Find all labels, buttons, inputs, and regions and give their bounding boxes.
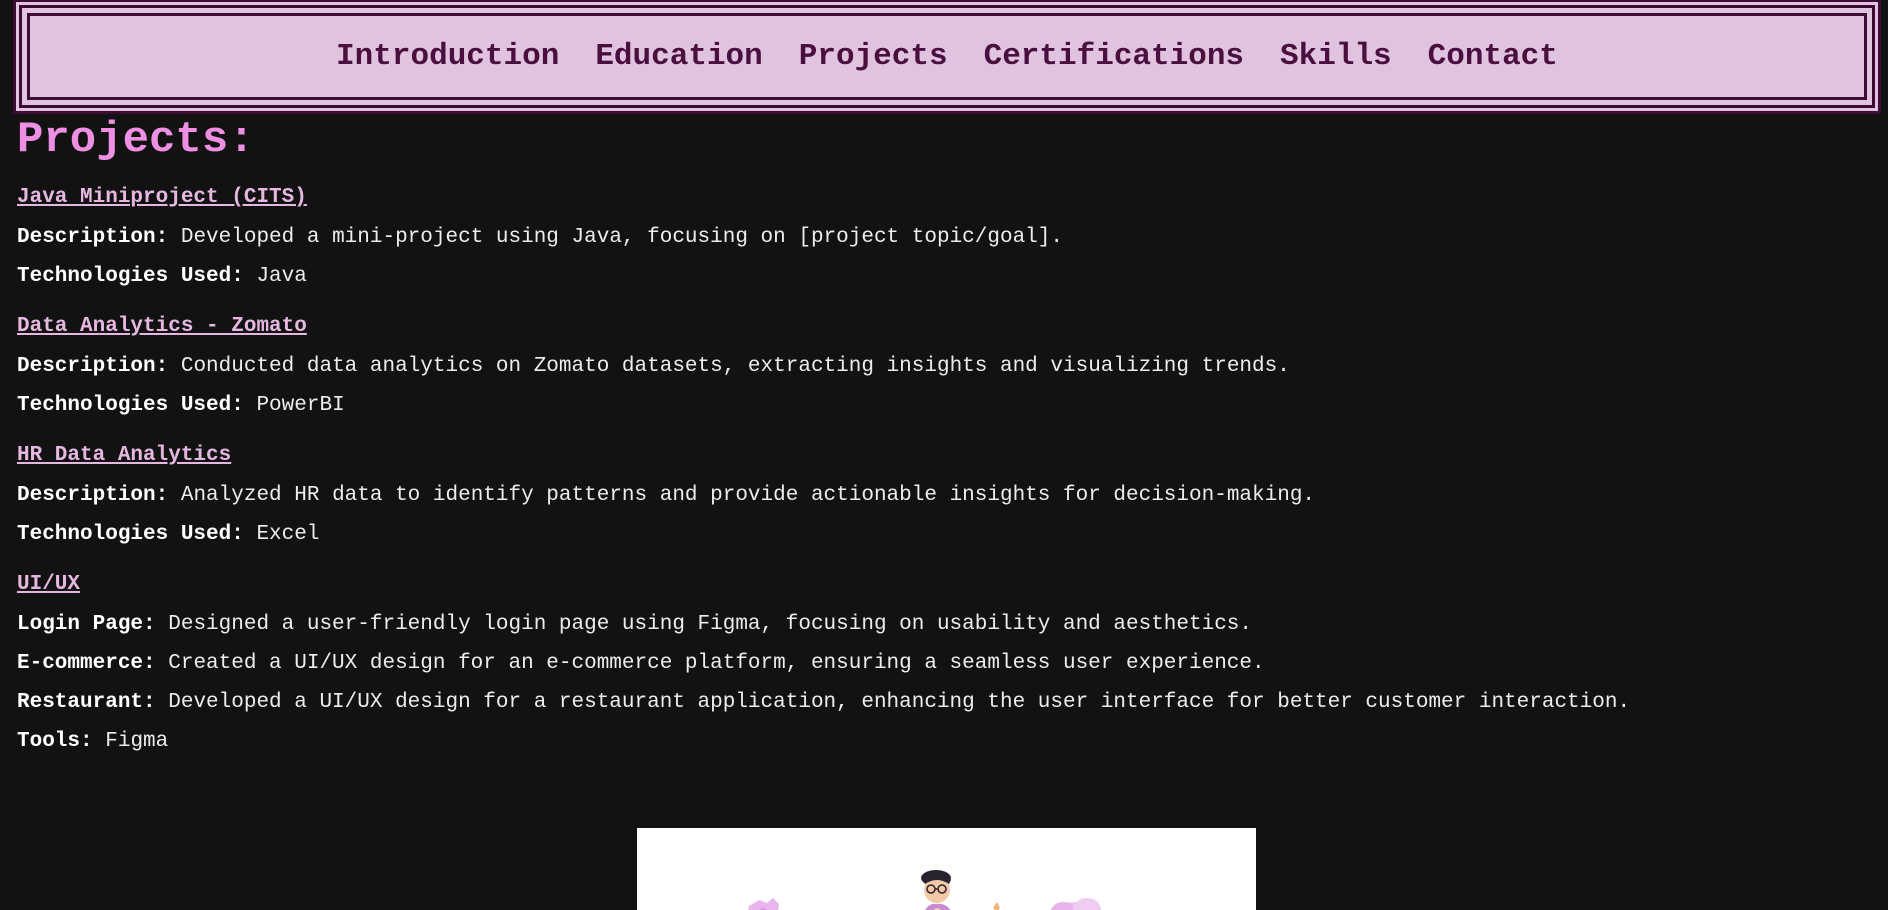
technologies-value: Excel bbox=[256, 523, 320, 546]
technologies-label: Technologies Used: bbox=[17, 265, 244, 288]
ecommerce-label: E-commerce: bbox=[17, 652, 156, 675]
tools-value: Figma bbox=[105, 730, 169, 753]
description-text: Developed a mini-project using Java, foc… bbox=[180, 226, 1063, 249]
tools-label: Tools: bbox=[17, 730, 93, 753]
ecommerce-text: Created a UI/UX design for an e-commerce… bbox=[168, 652, 1265, 675]
description-text: Conducted data analytics on Zomato datas… bbox=[180, 355, 1290, 378]
project-title-java[interactable]: Java Miniproject (CITS) bbox=[17, 184, 307, 212]
nav-links: Introduction Education Projects Certific… bbox=[27, 13, 1867, 100]
project-hr: HR Data Analytics Description: Analyzed … bbox=[17, 442, 1867, 549]
project-description: Description: Developed a mini-project us… bbox=[17, 224, 1867, 252]
uiux-tools: Tools: Figma bbox=[17, 728, 1867, 756]
project-technologies: Technologies Used: Excel bbox=[17, 521, 1867, 549]
technologies-label: Technologies Used: bbox=[17, 523, 244, 546]
project-description: Description: Conducted data analytics on… bbox=[17, 353, 1867, 381]
technologies-value: PowerBI bbox=[256, 394, 345, 417]
uiux-ecommerce: E-commerce: Created a UI/UX design for a… bbox=[17, 650, 1867, 678]
nav-projects[interactable]: Projects bbox=[799, 39, 948, 74]
description-label: Description: bbox=[17, 484, 169, 507]
projects-section: Projects: Java Miniproject (CITS) Descri… bbox=[17, 108, 1867, 756]
project-title-zomato[interactable]: Data Analytics - Zomato bbox=[17, 313, 307, 341]
project-description: Description: Analyzed HR data to identif… bbox=[17, 482, 1867, 510]
project-title-hr[interactable]: HR Data Analytics bbox=[17, 442, 231, 470]
project-technologies: Technologies Used: PowerBI bbox=[17, 392, 1867, 420]
nav-introduction[interactable]: Introduction bbox=[336, 39, 559, 74]
project-title-uiux[interactable]: UI/UX bbox=[17, 571, 80, 599]
description-label: Description: bbox=[17, 355, 169, 378]
restaurant-text: Developed a UI/UX design for a restauran… bbox=[168, 691, 1631, 714]
nav-skills[interactable]: Skills bbox=[1280, 39, 1392, 74]
login-page-text: Designed a user-friendly login page usin… bbox=[168, 613, 1253, 636]
top-navbar: Introduction Education Projects Certific… bbox=[16, 2, 1878, 111]
person-with-clouds-illustration-icon bbox=[748, 870, 1101, 910]
project-zomato: Data Analytics - Zomato Description: Con… bbox=[17, 313, 1867, 420]
nav-certifications[interactable]: Certifications bbox=[984, 39, 1244, 74]
project-illustration bbox=[637, 828, 1256, 910]
uiux-login-page: Login Page: Designed a user-friendly log… bbox=[17, 611, 1867, 639]
technologies-label: Technologies Used: bbox=[17, 394, 244, 417]
description-label: Description: bbox=[17, 226, 169, 249]
technologies-value: Java bbox=[256, 265, 307, 288]
nav-contact[interactable]: Contact bbox=[1428, 39, 1558, 74]
login-page-label: Login Page: bbox=[17, 613, 156, 636]
page-title: Projects: bbox=[17, 115, 255, 165]
project-java: Java Miniproject (CITS) Description: Dev… bbox=[17, 184, 1867, 291]
project-technologies: Technologies Used: Java bbox=[17, 263, 1867, 291]
description-text: Analyzed HR data to identify patterns an… bbox=[180, 484, 1316, 507]
nav-education[interactable]: Education bbox=[595, 39, 762, 74]
uiux-restaurant: Restaurant: Developed a UI/UX design for… bbox=[17, 689, 1867, 717]
project-uiux: UI/UX Login Page: Designed a user-friend… bbox=[17, 571, 1867, 756]
restaurant-label: Restaurant: bbox=[17, 691, 156, 714]
